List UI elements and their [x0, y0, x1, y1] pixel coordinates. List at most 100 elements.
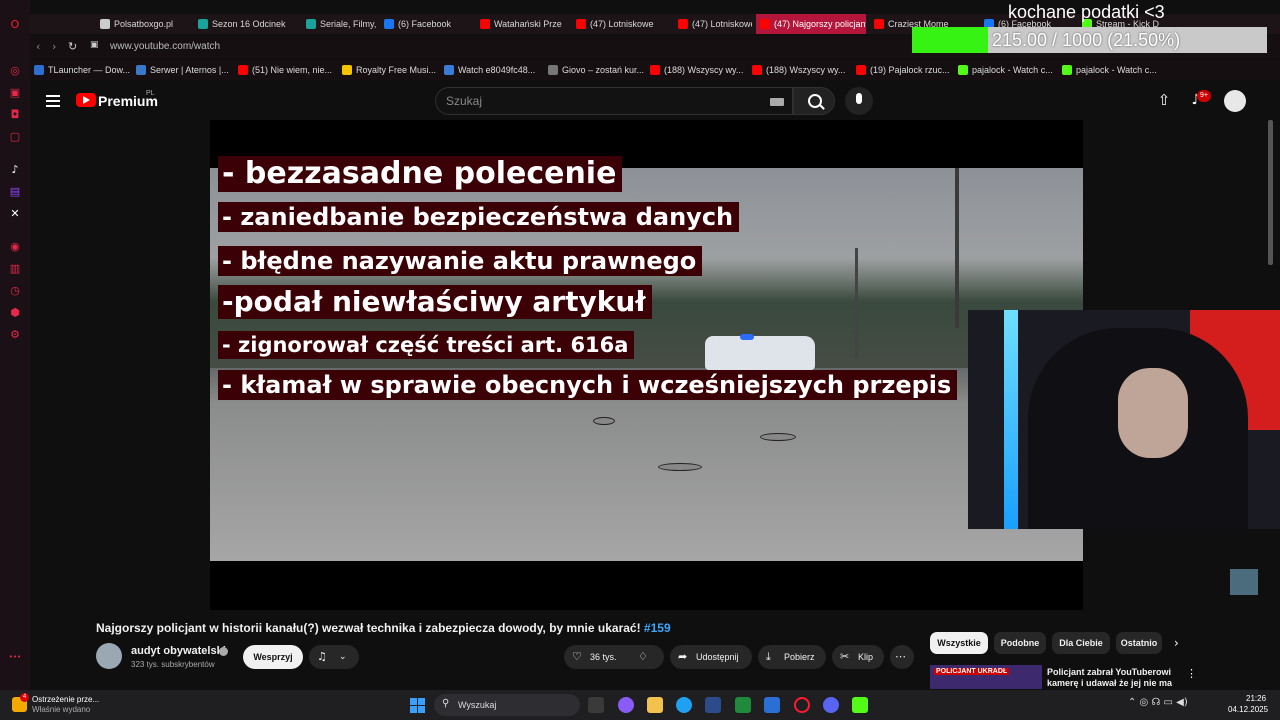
channel-name[interactable]: audyt obywatelski: [131, 645, 226, 657]
recommendation-thumbnail[interactable]: POLICJANT UKRADŁ: [930, 665, 1042, 689]
thumbs-down-icon[interactable]: ♢: [638, 645, 648, 669]
browser-tab[interactable]: (47) Najgorszy policjant: [756, 14, 866, 34]
clip-button[interactable]: ✂ Klip: [832, 645, 884, 669]
twitch-icon[interactable]: ▤: [8, 185, 22, 199]
bookmark-item[interactable]: pajalock - Watch c...: [958, 60, 1053, 80]
messenger-icon[interactable]: ◘: [8, 108, 22, 122]
task-view-icon[interactable]: [588, 697, 604, 713]
browser-tab[interactable]: (47) Lotniskowe: [674, 14, 752, 34]
bookmark-label: pajalock - Watch c...: [972, 65, 1053, 75]
excel-icon[interactable]: [735, 697, 751, 713]
opera-icon[interactable]: [794, 697, 810, 713]
browser-tab[interactable]: Seriale, Filmy, Pr: [302, 14, 376, 34]
account-avatar[interactable]: [1224, 90, 1246, 112]
bookmark-favicon-icon: [856, 65, 866, 75]
chevron-right-icon[interactable]: ›: [1174, 635, 1188, 651]
bookmark-item[interactable]: Giovo – zostań kur...: [548, 60, 644, 80]
bookmark-item[interactable]: (19) Pajalock rzuc...: [856, 60, 950, 80]
bookmark-item[interactable]: Serwer | Aternos |...: [136, 60, 229, 80]
address-bar-url[interactable]: www.youtube.com/watch: [110, 41, 220, 52]
youtube-icon: [678, 19, 688, 29]
browser-tab[interactable]: Sezon 16 Odcinek: [194, 14, 298, 34]
shopping-bag-icon[interactable]: ▣: [8, 86, 22, 100]
browser-tab[interactable]: Watahański Prze: [476, 14, 568, 34]
video-caption-line: -podał niewłaściwy artykuł: [218, 285, 652, 319]
file-explorer-icon[interactable]: [647, 697, 663, 713]
system-tray-icons[interactable]: ⌃ ◎ ☊ ▭ ◀): [1128, 697, 1188, 708]
chip-for-you[interactable]: Dla Ciebie: [1052, 632, 1110, 654]
bookmark-item[interactable]: pajalock - Watch c...: [1062, 60, 1157, 80]
x-icon[interactable]: ✕: [8, 207, 22, 221]
subscribed-notifications-button[interactable]: ♫ ⌄: [309, 645, 359, 669]
create-upload-icon[interactable]: ⇧: [1156, 92, 1172, 108]
bookmark-item[interactable]: (188) Wszyscy wy...: [752, 60, 845, 80]
youtube-header: Premium PL ⇧ ♪ 9+: [30, 82, 1280, 120]
like-button[interactable]: ♡ 36 tys. ♢: [564, 645, 664, 669]
recommendation-title[interactable]: Policjant zabrał YouTuberowi kamerę i ud…: [1047, 667, 1175, 689]
chip-all[interactable]: Wszystkie: [930, 632, 988, 654]
browser-tab-label: (47) Lotniskowe: [692, 19, 752, 29]
taskbar-search-label: Wyszukaj: [458, 700, 497, 710]
app-icon[interactable]: [764, 697, 780, 713]
aria-icon[interactable]: ◎: [8, 64, 22, 78]
download-icon: ⤓: [766, 650, 771, 663]
more-actions-button[interactable]: ⋯: [890, 645, 914, 669]
download-button[interactable]: ⤓ Pobierz: [758, 645, 826, 669]
warning-title[interactable]: Ostrzeżenie prze...: [32, 695, 99, 704]
browser-tab-label: Polsatboxgo.pl: [114, 19, 174, 29]
more-dots-icon: ⋯: [895, 650, 906, 663]
wallet-icon[interactable]: ▥: [8, 262, 22, 276]
browser-tab[interactable]: (6) Facebook: [380, 14, 472, 34]
hamburger-menu-icon[interactable]: [46, 95, 60, 107]
chip-similar[interactable]: Podobne: [994, 632, 1046, 654]
bookmark-item[interactable]: TLauncher — Dow...: [34, 60, 130, 80]
copilot-icon[interactable]: [618, 697, 634, 713]
share-label: Udostępnij: [696, 652, 739, 662]
forward-icon[interactable]: ›: [52, 40, 56, 53]
history-icon[interactable]: ◷: [8, 284, 22, 298]
channel-watermark[interactable]: [1230, 569, 1258, 595]
bookmark-item[interactable]: (188) Wszyscy wy...: [650, 60, 743, 80]
search-button[interactable]: [793, 87, 835, 115]
reload-icon[interactable]: ↻: [68, 40, 77, 53]
chip-recent[interactable]: Ostatnio: [1116, 632, 1162, 654]
clock-date[interactable]: 04.12.2025: [1228, 705, 1268, 714]
video-police-van: [705, 336, 815, 370]
extensions-icon[interactable]: ⬢: [8, 306, 22, 320]
music-icon[interactable]: ◉: [8, 240, 22, 254]
tiktok-icon[interactable]: ♪: [8, 163, 22, 177]
video-caption-line: - zaniedbanie bezpieczeństwa danych: [218, 202, 740, 232]
bookmark-item[interactable]: Watch e8049fc48...: [444, 60, 535, 80]
bookmark-favicon-icon: [650, 65, 660, 75]
bookmark-item[interactable]: (51) Nie wiem, nie...: [238, 60, 332, 80]
back-icon[interactable]: ‹: [36, 40, 40, 53]
windows-start-icon[interactable]: [410, 698, 425, 713]
browser-tab[interactable]: (47) Lotniskowe: [572, 14, 670, 34]
instagram-icon[interactable]: ▢: [8, 130, 22, 144]
recommendation-more-icon[interactable]: ⋮: [1186, 667, 1197, 680]
video-player[interactable]: - bezzasadne polecenie - zaniedbanie bez…: [210, 120, 1083, 610]
store-icon[interactable]: [705, 697, 721, 713]
discord-icon[interactable]: [823, 697, 839, 713]
taskbar-search[interactable]: ⚲ Wyszukaj: [434, 694, 580, 716]
support-button[interactable]: Wesprzyj: [243, 645, 303, 669]
channel-avatar[interactable]: [96, 643, 122, 669]
more-options-icon[interactable]: •••: [8, 650, 22, 664]
browser-tab-label: Watahański Prze: [494, 19, 562, 29]
keyboard-icon[interactable]: [770, 98, 784, 106]
kick-icon[interactable]: [852, 697, 868, 713]
video-hashtag[interactable]: #159: [644, 621, 671, 635]
browser-tab[interactable]: Polsatboxgo.pl: [96, 14, 190, 34]
bookmarks-bar: TLauncher — Dow... Serwer | Aternos |... (…: [30, 60, 1280, 80]
search-input[interactable]: [446, 94, 746, 108]
page-scrollbar[interactable]: [1268, 120, 1273, 265]
opera-logo-icon[interactable]: O: [8, 18, 22, 32]
youtube-logo-icon[interactable]: [76, 93, 96, 107]
bookmark-item[interactable]: Royalty Free Musi...: [342, 60, 436, 80]
lock-icon: ▣: [90, 40, 99, 50]
voice-search-mic-icon[interactable]: [845, 87, 873, 115]
settings-gear-icon[interactable]: ⚙: [8, 328, 22, 342]
share-button[interactable]: ➦ Udostępnij: [670, 645, 752, 669]
edge-icon[interactable]: [676, 697, 692, 713]
clock-time[interactable]: 21:26: [1246, 694, 1266, 703]
